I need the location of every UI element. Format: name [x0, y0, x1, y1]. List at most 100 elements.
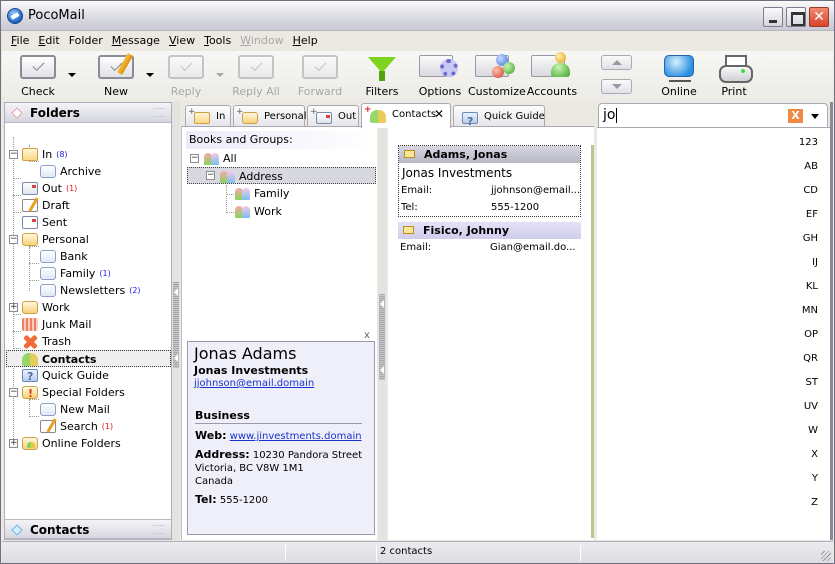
menu-tools[interactable]: Tools	[200, 31, 236, 51]
folder-contacts[interactable]: Contacts	[6, 350, 171, 367]
search-dropdown-arrow[interactable]	[811, 114, 819, 119]
splitter-handle[interactable]	[173, 282, 179, 368]
alphabet-index-item[interactable]: IJ	[812, 257, 818, 268]
folder-newsletters[interactable]: Newsletters (2)	[40, 282, 141, 299]
next-message-button[interactable]	[601, 79, 632, 94]
folder-personal[interactable]: Personal	[22, 231, 89, 248]
expand-online-toggle[interactable]: +	[9, 439, 18, 448]
tab-out[interactable]: + Out	[307, 105, 359, 127]
accounts-button[interactable]: Accounts	[526, 51, 578, 101]
forward-button[interactable]: Forward	[292, 51, 348, 101]
folder-work[interactable]: Work	[22, 299, 70, 316]
contacts-icon	[370, 110, 386, 123]
folder-family[interactable]: Family (1)	[40, 265, 111, 282]
menu-edit[interactable]: Edit	[34, 31, 64, 51]
previous-message-button[interactable]	[601, 55, 632, 70]
clear-search-button[interactable]: X	[788, 109, 803, 123]
customize-button[interactable]: Customize	[468, 51, 526, 101]
alphabet-index-item[interactable]: X	[811, 449, 818, 460]
collapse-all-toggle[interactable]: −	[190, 154, 199, 163]
menu-window[interactable]: Window	[236, 31, 288, 51]
reply-dropdown-arrow[interactable]	[216, 73, 224, 77]
folder-out[interactable]: Out (1)	[22, 180, 77, 197]
online-folder-icon	[22, 437, 38, 450]
alphabet-index-item[interactable]: 123	[799, 137, 818, 148]
status-bar: 2 contacts	[2, 541, 833, 563]
contact-card-header: Adams, Jonas	[399, 146, 580, 163]
alphabet-index-item[interactable]: QR	[803, 353, 818, 364]
tab-contacts[interactable]: + Contacts ✕	[361, 103, 451, 128]
filters-button[interactable]: Filters	[358, 51, 406, 101]
alphabet-index-item[interactable]: MN	[802, 305, 818, 316]
alphabet-index-item[interactable]: EF	[806, 209, 818, 220]
panel-grip-icon[interactable]	[153, 525, 165, 534]
alphabet-index-item[interactable]: UV	[804, 401, 818, 412]
check-button[interactable]: Check	[12, 51, 64, 101]
detail-web-link[interactable]: www.jinvestments.domain	[230, 431, 362, 442]
alphabet-index-item[interactable]: CD	[803, 185, 818, 196]
collapse-special-toggle[interactable]: −	[9, 388, 18, 397]
folder-archive[interactable]: Archive	[40, 163, 101, 180]
collapse-personal-toggle[interactable]: −	[9, 235, 18, 244]
options-button[interactable]: Options	[415, 51, 465, 101]
folder-trash[interactable]: Trash	[22, 333, 71, 350]
splitter-handle[interactable]	[379, 294, 385, 380]
folder-new-mail[interactable]: New Mail	[40, 401, 110, 418]
alphabet-index-item[interactable]: ST	[806, 377, 818, 388]
folder-special-folders[interactable]: Special Folders	[22, 384, 125, 402]
group-address[interactable]: Address	[187, 167, 376, 184]
reply-button[interactable]: Reply	[160, 51, 212, 101]
folder-in[interactable]: In (8)	[22, 146, 68, 163]
new-dropdown-arrow[interactable]	[146, 73, 154, 77]
contact-card[interactable]: Fisico, Johnny Email: Gian@email.do...	[398, 222, 581, 256]
minimize-button[interactable]	[763, 7, 783, 27]
expand-work-toggle[interactable]: +	[9, 303, 18, 312]
group-all[interactable]: All	[204, 150, 237, 167]
menu-view[interactable]: View	[165, 31, 200, 51]
group-family[interactable]: Family	[235, 185, 289, 202]
folder-draft[interactable]: Draft	[22, 197, 70, 214]
check-dropdown-arrow[interactable]	[68, 73, 76, 77]
group-icon	[235, 205, 251, 218]
contact-card[interactable]: Adams, Jonas Jonas Investments Email: jjo…	[398, 145, 581, 217]
close-window-button[interactable]: ✕	[809, 7, 829, 27]
alphabet-index-item[interactable]: AB	[804, 161, 818, 172]
new-button[interactable]: New	[90, 51, 142, 101]
panel-grip-icon[interactable]	[153, 108, 165, 117]
tab-personal[interactable]: + Personal	[233, 105, 307, 127]
alphabet-index-item[interactable]: Y	[812, 473, 818, 484]
alphabet-index-item[interactable]: Z	[811, 497, 818, 508]
close-detail-button[interactable]: x	[364, 330, 370, 341]
alphabet-index-item[interactable]: KL	[806, 281, 818, 292]
close-tab-icon[interactable]: ✕	[434, 104, 444, 125]
menu-folder[interactable]: Folder	[65, 31, 108, 51]
collapse-in-toggle[interactable]: −	[9, 150, 18, 159]
online-button[interactable]: Online	[656, 51, 702, 101]
folder-quick-guide[interactable]: Quick Guide	[22, 367, 109, 385]
alphabet-index-item[interactable]: W	[808, 425, 818, 436]
alphabet-index-item[interactable]: GH	[803, 233, 818, 244]
menu-message[interactable]: Message	[108, 31, 165, 51]
detail-email-link[interactable]: jjohnson@email.domain	[194, 378, 368, 389]
menu-help[interactable]: Help	[289, 31, 323, 51]
folders-panel-header[interactable]: Folders	[5, 103, 171, 123]
tab-quick-guide[interactable]: Quick Guide	[453, 105, 545, 132]
tab-in[interactable]: + In	[185, 105, 231, 127]
folder-search[interactable]: Search (1)	[40, 418, 113, 435]
collapse-address-toggle[interactable]: −	[206, 171, 215, 180]
contact-search-input[interactable]: jo X	[598, 103, 828, 127]
folder-bank[interactable]: Bank	[40, 248, 88, 265]
alphabet-index-item[interactable]: OP	[804, 329, 818, 340]
menu-file[interactable]: File	[7, 31, 34, 51]
folder-sent[interactable]: Sent	[22, 214, 67, 231]
maximize-button[interactable]	[786, 7, 806, 27]
reply-all-button[interactable]: Reply All	[228, 51, 284, 101]
contacts-panel-header[interactable]: Contacts	[5, 519, 171, 539]
resize-grip[interactable]	[821, 551, 831, 561]
print-button[interactable]: Print	[714, 51, 754, 101]
middle-splitter[interactable]	[378, 126, 386, 540]
folder-online-folders[interactable]: Online Folders	[22, 435, 121, 452]
group-work[interactable]: Work	[235, 203, 282, 220]
folder-junk-mail[interactable]: Junk Mail	[22, 316, 91, 333]
left-splitter[interactable]	[172, 102, 180, 540]
